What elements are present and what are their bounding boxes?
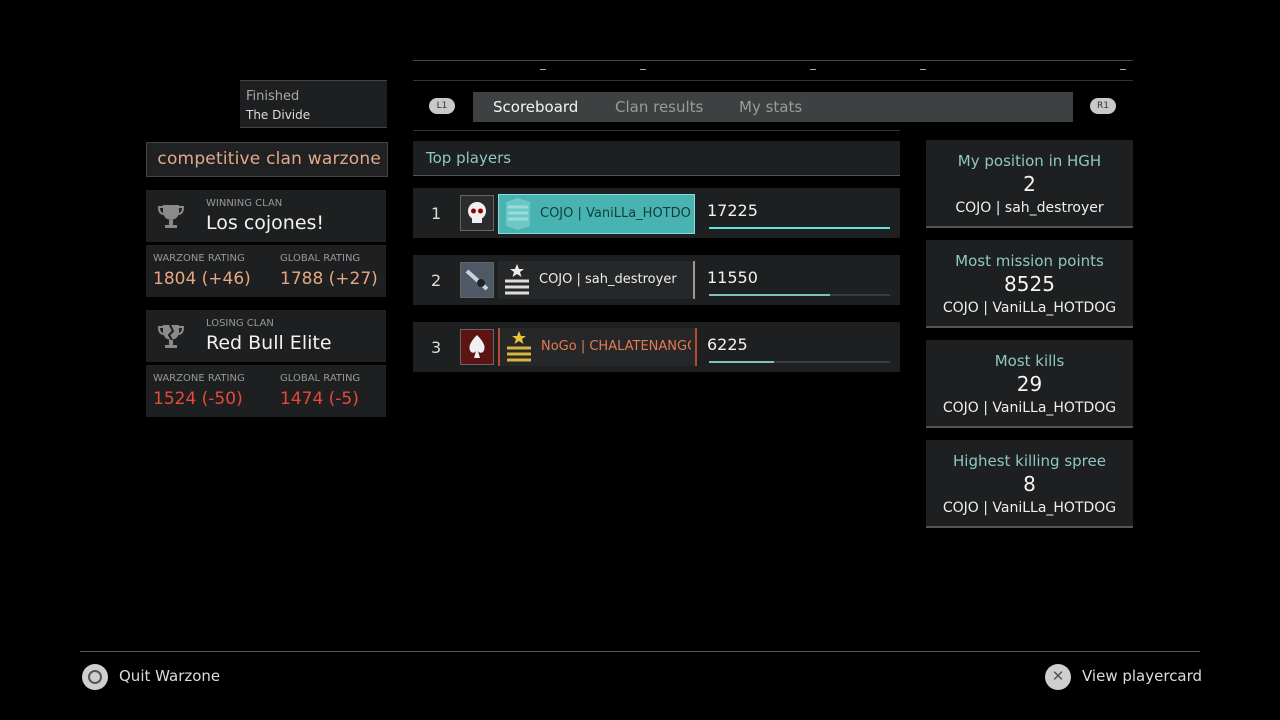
tab-my-stats[interactable]: My stats: [739, 98, 802, 116]
player-name: NoGo | CHALATENANGO: [541, 339, 691, 354]
losing-clan-ratings: WARZONE RATING 1524 (-50) GLOBAL RATING …: [146, 365, 386, 417]
player-namebox: COJO | sah_destroyer: [498, 261, 695, 299]
frame-tick: [540, 69, 546, 70]
trophy-icon: [157, 205, 185, 228]
stat-title: Most kills: [994, 352, 1065, 370]
winning-clan-ratings: WARZONE RATING 1804 (+46) GLOBAL RATING …: [146, 245, 386, 297]
r1-button[interactable]: R1: [1090, 98, 1116, 114]
player-namebox: COJO | VaniLLa_HOTDOG: [498, 194, 695, 234]
warzone-rating-value: 1524 (-50): [153, 389, 243, 409]
global-rating-label: GLOBAL RATING: [280, 373, 361, 384]
score-bar-fill: [709, 294, 831, 296]
frame-tick: [920, 69, 926, 70]
player-rank: 1: [431, 204, 442, 223]
stat-value: 29: [1016, 372, 1043, 396]
losing-clan-label: LOSING CLAN: [206, 318, 274, 329]
stat-value: 2: [1023, 172, 1036, 196]
stat-card-kills: Most kills 29 COJO | VaniLLa_HOTDOG: [926, 340, 1133, 428]
player-rank: 3: [431, 338, 442, 357]
player-name: COJO | VaniLLa_HOTDOG: [540, 206, 690, 221]
tab-scoreboard[interactable]: Scoreboard: [493, 98, 578, 116]
rank-gold-chevron-icon: [507, 331, 531, 362]
stat-card-mission-points: Most mission points 8525 COJO | VaniLLa_…: [926, 240, 1133, 328]
view-playercard-button[interactable]: ✕ View playercard: [1045, 663, 1202, 691]
view-playercard-label: View playercard: [1082, 667, 1203, 685]
frame-tick: [810, 69, 816, 70]
stat-value: 8525: [1004, 272, 1055, 296]
match-map: The Divide: [246, 108, 311, 122]
winning-clan-label: WINNING CLAN: [206, 198, 283, 209]
l1-button[interactable]: L1: [429, 98, 455, 114]
losing-clan-name: Red Bull Elite: [206, 332, 332, 354]
stat-player: COJO | VaniLLa_HOTDOG: [942, 500, 1117, 516]
player-row[interactable]: 2 COJO | sah_destroyer 11550: [413, 255, 900, 305]
quit-warzone-label: Quit Warzone: [119, 667, 221, 685]
trophy-broken-icon: [157, 324, 185, 348]
frame-top-line: [413, 60, 1133, 61]
rank-star-chevron-icon: [505, 264, 529, 295]
score-bar-track: [709, 361, 890, 363]
stat-value: 8: [1023, 472, 1036, 496]
global-rating-value: 1788 (+27): [280, 269, 378, 289]
score-bar-fill: [709, 227, 890, 229]
player-namebox: NoGo | CHALATENANGO: [498, 328, 697, 366]
player-rank: 2: [431, 271, 442, 290]
spade-emblem-icon: [460, 329, 494, 365]
quit-warzone-button[interactable]: Quit Warzone: [82, 663, 222, 691]
cross-button-icon: ✕: [1045, 664, 1071, 690]
stat-player: COJO | VaniLLa_HOTDOG: [942, 400, 1117, 416]
player-row[interactable]: 3 NoGo | CHALATENANGO 6225: [413, 322, 900, 372]
rank-chevron-icon: [506, 198, 530, 230]
stat-card-position: My position in HGH 2 COJO | sah_destroye…: [926, 140, 1133, 228]
tab-clan-results[interactable]: Clan results: [615, 98, 703, 116]
tab-bar: L1 Scoreboard Clan results My stats R1: [413, 92, 1133, 122]
stat-title: Highest killing spree: [953, 452, 1106, 470]
match-mode: competitive clan warzone: [157, 149, 381, 169]
warzone-rating-label: WARZONE RATING: [153, 373, 245, 384]
player-score: 11550: [707, 268, 758, 287]
score-bar-track: [709, 294, 890, 296]
score-bar-fill: [709, 361, 775, 363]
footer-divider: [80, 651, 1200, 652]
skull-emblem-icon: [460, 195, 494, 231]
match-status: Finished: [246, 89, 300, 104]
warzone-rating-value: 1804 (+46): [153, 269, 251, 289]
frame-top-line-2: [413, 80, 1133, 81]
stat-player: COJO | sah_destroyer: [955, 200, 1104, 216]
score-bar-track: [709, 227, 890, 229]
warzone-rating-label: WARZONE RATING: [153, 253, 245, 264]
global-rating-value: 1474 (-5): [280, 389, 359, 409]
winning-clan-header: WINNING CLAN Los cojones!: [146, 190, 386, 242]
player-row[interactable]: 1 COJO | VaniLLa_HOTDOG 17225: [413, 188, 900, 238]
circle-button-icon: [82, 664, 108, 690]
top-players-title: Top players: [426, 149, 512, 167]
match-status-box: Finished The Divide: [240, 80, 387, 128]
winning-clan-name: Los cojones!: [206, 212, 325, 234]
stat-title: Most mission points: [955, 252, 1104, 270]
top-players-header: Top players: [413, 141, 900, 176]
player-name: COJO | sah_destroyer: [539, 272, 677, 287]
player-score: 6225: [707, 335, 748, 354]
frame-tick: [1120, 69, 1126, 70]
match-mode-box: competitive clan warzone: [146, 142, 388, 177]
losing-clan-header: LOSING CLAN Red Bull Elite: [146, 310, 386, 362]
player-score: 17225: [707, 201, 758, 220]
stat-title: My position in HGH: [957, 152, 1102, 170]
frame-mid-line: [413, 130, 900, 131]
weapon-emblem-icon: [460, 262, 494, 298]
global-rating-label: GLOBAL RATING: [280, 253, 361, 264]
stat-player: COJO | VaniLLa_HOTDOG: [942, 300, 1117, 316]
frame-tick: [640, 69, 646, 70]
stat-card-killing-spree: Highest killing spree 8 COJO | VaniLLa_H…: [926, 440, 1133, 528]
